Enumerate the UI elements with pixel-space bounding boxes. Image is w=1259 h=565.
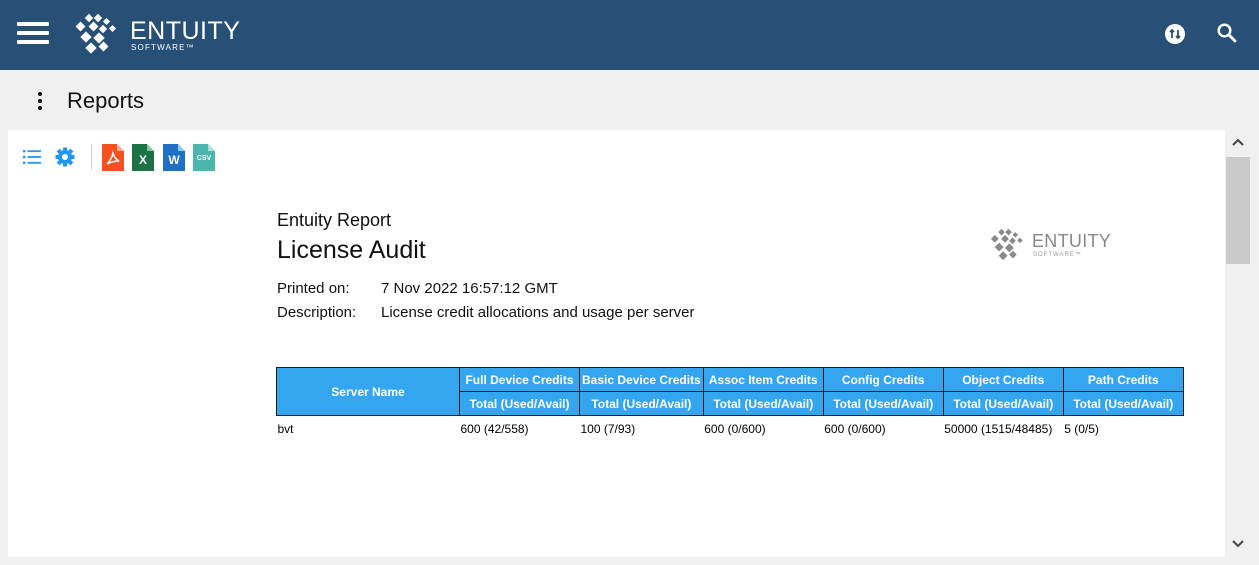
printed-on-label: Printed on: xyxy=(277,280,350,297)
config-credits-header: Config Credits xyxy=(822,367,944,392)
total-used-avail-header: Total (Used/Avail) xyxy=(1062,391,1184,416)
object-credits-cell: 50000 (1515/48485) xyxy=(944,421,1053,436)
export-word-button[interactable]: W xyxy=(163,144,185,171)
printed-on-value: 7 Nov 2022 16:57:12 GMT xyxy=(381,280,558,297)
server-name-header: Server Name xyxy=(276,367,460,416)
table-row: bvt 600 (42/558) 100 (7/93) 600 (0/600) … xyxy=(277,416,1184,442)
basic-device-credits-header: Basic Device Credits xyxy=(579,367,704,392)
report-logo-word: ENTUITY xyxy=(1032,231,1112,251)
total-used-avail-header: Total (Used/Avail) xyxy=(822,391,944,416)
report-logo-sub: SOFTWARE™ xyxy=(1033,252,1082,258)
basic-device-credits-cell: 100 (7/93) xyxy=(580,421,636,436)
total-used-avail-header: Total (Used/Avail) xyxy=(579,391,704,416)
report-panel: X W CSV Entuity Report License Audit Pri… xyxy=(8,130,1225,557)
toolbar-divider xyxy=(91,144,92,170)
export-csv-button[interactable]: CSV xyxy=(193,144,215,171)
total-used-avail-header: Total (Used/Avail) xyxy=(702,391,824,416)
full-device-credits-header: Full Device Credits xyxy=(459,367,580,392)
page-title-bar: Reports xyxy=(0,70,1259,130)
description-label: Description: xyxy=(277,304,357,321)
object-credits-header: Object Credits xyxy=(942,367,1064,392)
report-title: License Audit xyxy=(277,236,426,264)
assoc-item-credits-header: Assoc Item Credits xyxy=(702,367,824,392)
more-options-icon[interactable] xyxy=(36,92,44,110)
export-excel-button[interactable]: X xyxy=(132,144,154,171)
hamburger-menu-icon[interactable] xyxy=(17,22,49,44)
entuity-logo-mark-icon xyxy=(75,14,117,54)
swap-arrows-icon xyxy=(1169,28,1181,40)
server-cell: bvt xyxy=(277,421,294,436)
search-button[interactable] xyxy=(1216,22,1238,44)
page-title: Reports xyxy=(67,88,145,113)
excel-label: X xyxy=(138,153,147,167)
assoc-item-credits-cell: 600 (0/600) xyxy=(704,421,766,436)
settings-gear-icon[interactable] xyxy=(54,146,76,168)
scrollbar-thumb[interactable] xyxy=(1226,157,1250,264)
export-pdf-button[interactable] xyxy=(102,144,124,171)
path-credits-cell: 5 (0/5) xyxy=(1064,421,1099,436)
vertical-scrollbar[interactable] xyxy=(1225,130,1251,557)
total-used-avail-header: Total (Used/Avail) xyxy=(459,391,580,416)
table-group-header-row: Server Name Full Device Credits Basic De… xyxy=(276,367,1184,416)
search-icon xyxy=(1217,23,1237,43)
entuity-logo[interactable]: ENTUITY SOFTWARE™ xyxy=(72,14,242,56)
pdf-file-icon xyxy=(102,144,124,171)
csv-label: CSV xyxy=(196,155,212,162)
entuity-logo-mark-icon xyxy=(990,229,1023,261)
list-icon[interactable] xyxy=(23,149,41,165)
brand-name: ENTUITY xyxy=(130,17,241,45)
swap-server-button[interactable] xyxy=(1165,24,1185,44)
total-used-avail-header: Total (Used/Avail) xyxy=(942,391,1064,416)
path-credits-header: Path Credits xyxy=(1062,367,1184,392)
brand-subtitle: SOFTWARE™ xyxy=(131,43,195,52)
word-label: W xyxy=(168,153,180,167)
description-value: License credit allocations and usage per… xyxy=(381,304,695,321)
license-audit-table: Server Name Full Device Credits Basic De… xyxy=(276,367,1184,442)
chevron-up-icon[interactable] xyxy=(1231,136,1245,148)
chevron-down-icon[interactable] xyxy=(1231,538,1245,550)
full-device-credits-cell: 600 (42/558) xyxy=(460,421,529,436)
report-logo: ENTUITY SOFTWARE™ xyxy=(988,229,1118,263)
config-credits-cell: 600 (0/600) xyxy=(824,421,886,436)
top-app-bar: ENTUITY SOFTWARE™ xyxy=(0,0,1259,70)
report-subtitle: Entuity Report xyxy=(277,210,392,230)
